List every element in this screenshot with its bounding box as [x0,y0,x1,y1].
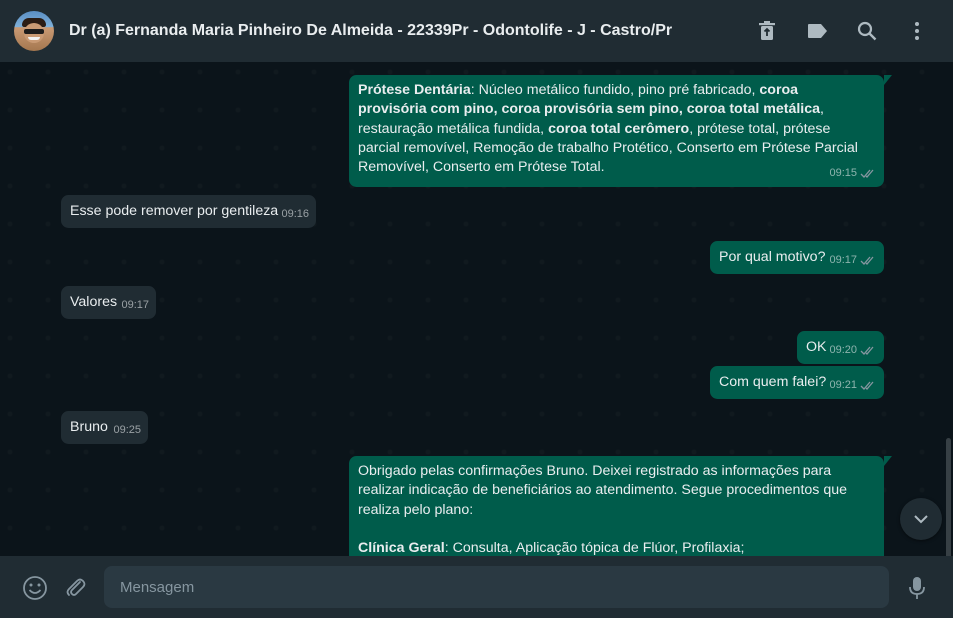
contact-name[interactable]: Dr (a) Fernanda Maria Pinheiro De Almeid… [69,22,672,40]
message-text: Bruno [70,419,108,435]
search-icon[interactable] [855,19,879,43]
label-icon[interactable] [805,19,829,43]
message-time: 09:25 [113,423,141,436]
scrollbar[interactable] [946,438,951,556]
message-outgoing[interactable]: Prótese Dentária: Núcleo metálico fundid… [349,75,892,188]
message-input[interactable] [104,566,889,608]
message-incoming[interactable]: Esse pode remover por gentileza 09:16 [61,195,316,228]
message-outgoing[interactable]: Com quem falei? 09:21 [710,366,884,399]
delete-icon[interactable] [755,19,779,43]
message-meta: 09:21 [829,376,876,395]
double-check-icon [860,169,874,179]
message-time: 09:20 [829,343,857,356]
message-list[interactable]: Prótese Dentária: Núcleo metálico fundid… [0,62,953,556]
message-text: Por qual motivo? [719,249,826,265]
message-text: Obrigado pelas confirmações Bruno. Deixe… [358,463,847,518]
message-text: OK [806,339,827,355]
menu-icon[interactable] [905,19,929,43]
emoji-icon[interactable] [22,575,48,601]
message-time: 09:15 [829,167,857,180]
message-text: Com quem falei? [719,374,827,390]
message-outgoing[interactable]: OK 09:20 [797,331,884,364]
scroll-to-bottom-button[interactable] [900,498,942,540]
chat-header: Dr (a) Fernanda Maria Pinheiro De Almeid… [0,0,953,62]
message-meta: 09:20 [829,341,876,360]
message-incoming[interactable]: Bruno 09:25 [61,411,148,444]
message-outgoing[interactable]: Obrigado pelas confirmações Bruno. Deixe… [349,456,892,556]
chevron-down-icon [914,515,928,524]
message-incoming[interactable]: Valores 09:17 [61,286,156,319]
message-meta: 09:17 [829,251,876,270]
message-meta: 09:16 [281,205,309,224]
message-text: Valores [70,294,118,310]
message-meta: 09:17 [121,296,149,315]
message-time: 09:16 [281,207,309,220]
attach-icon[interactable] [63,575,89,601]
microphone-icon[interactable] [904,575,930,601]
message-time: 09:17 [829,253,857,266]
message-text: Clínica Geral: Consulta, Aplicação tópic… [358,539,745,556]
message-text: Esse pode remover por gentileza [70,203,279,219]
double-check-icon [860,346,874,355]
message-time: 09:21 [829,378,857,391]
double-check-icon [860,256,874,265]
message-outgoing[interactable]: Por qual motivo? 09:17 [710,241,884,274]
contact-avatar[interactable] [14,11,54,51]
message-time: 09:17 [121,298,149,311]
message-meta: 09:25 [113,421,141,440]
message-text: Prótese Dentária: Núcleo metálico fundid… [358,82,858,176]
message-meta: 09:15 [829,164,876,183]
double-check-icon [860,381,874,390]
